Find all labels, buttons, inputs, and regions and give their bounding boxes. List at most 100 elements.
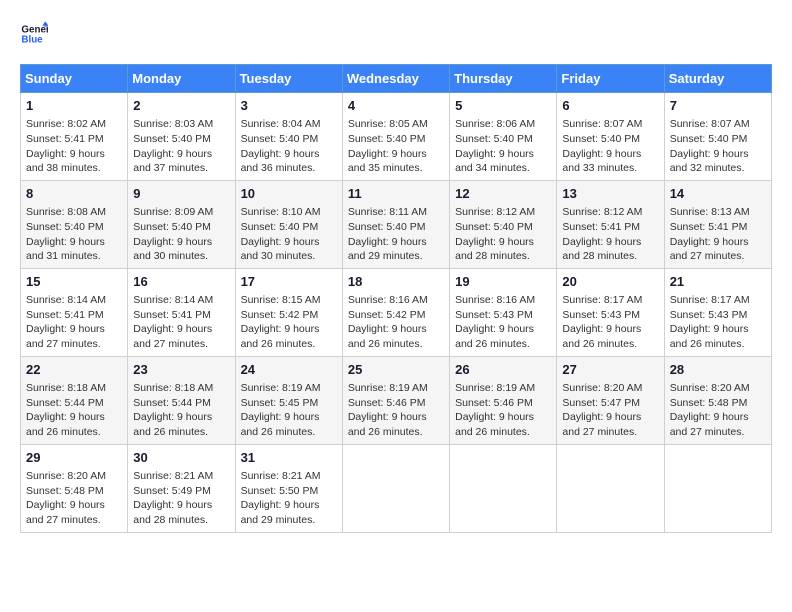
page-header: General Blue	[20, 20, 772, 48]
day-detail: Sunrise: 8:19 AMSunset: 5:46 PMDaylight:…	[455, 382, 535, 438]
day-cell: 23 Sunrise: 8:18 AMSunset: 5:44 PMDayligh…	[128, 356, 235, 444]
day-number: 10	[241, 185, 337, 203]
day-cell: 11 Sunrise: 8:11 AMSunset: 5:40 PMDayligh…	[342, 180, 449, 268]
day-cell: 14 Sunrise: 8:13 AMSunset: 5:41 PMDayligh…	[664, 180, 771, 268]
header-monday: Monday	[128, 65, 235, 93]
day-detail: Sunrise: 8:14 AMSunset: 5:41 PMDaylight:…	[133, 294, 213, 350]
day-detail: Sunrise: 8:17 AMSunset: 5:43 PMDaylight:…	[562, 294, 642, 350]
day-number: 5	[455, 97, 551, 115]
day-detail: Sunrise: 8:17 AMSunset: 5:43 PMDaylight:…	[670, 294, 750, 350]
day-detail: Sunrise: 8:10 AMSunset: 5:40 PMDaylight:…	[241, 206, 321, 262]
day-detail: Sunrise: 8:18 AMSunset: 5:44 PMDaylight:…	[26, 382, 106, 438]
day-detail: Sunrise: 8:03 AMSunset: 5:40 PMDaylight:…	[133, 118, 213, 174]
day-number: 30	[133, 449, 229, 467]
day-detail: Sunrise: 8:08 AMSunset: 5:40 PMDaylight:…	[26, 206, 106, 262]
day-cell: 2Sunrise: 8:03 AMSunset: 5:40 PMDaylight…	[128, 93, 235, 181]
day-number: 8	[26, 185, 122, 203]
day-number: 24	[241, 361, 337, 379]
day-number: 23	[133, 361, 229, 379]
header-tuesday: Tuesday	[235, 65, 342, 93]
day-cell: 30 Sunrise: 8:21 AMSunset: 5:49 PMDayligh…	[128, 444, 235, 532]
day-cell: 5Sunrise: 8:06 AMSunset: 5:40 PMDaylight…	[450, 93, 557, 181]
day-detail: Sunrise: 8:12 AMSunset: 5:41 PMDaylight:…	[562, 206, 642, 262]
day-cell: 15 Sunrise: 8:14 AMSunset: 5:41 PMDayligh…	[21, 268, 128, 356]
day-number: 29	[26, 449, 122, 467]
week-row-1: 1 Sunrise: 8:02 AMSunset: 5:41 PMDaylight…	[21, 93, 772, 181]
day-number: 21	[670, 273, 766, 291]
day-cell: 19 Sunrise: 8:16 AMSunset: 5:43 PMDayligh…	[450, 268, 557, 356]
day-cell: 1 Sunrise: 8:02 AMSunset: 5:41 PMDaylight…	[21, 93, 128, 181]
header-thursday: Thursday	[450, 65, 557, 93]
day-detail: Sunrise: 8:12 AMSunset: 5:40 PMDaylight:…	[455, 206, 535, 262]
logo: General Blue	[20, 20, 52, 48]
day-cell	[450, 444, 557, 532]
day-cell: 6Sunrise: 8:07 AMSunset: 5:40 PMDaylight…	[557, 93, 664, 181]
day-detail: Sunrise: 8:13 AMSunset: 5:41 PMDaylight:…	[670, 206, 750, 262]
logo-icon: General Blue	[20, 20, 48, 48]
day-detail: Sunrise: 8:21 AMSunset: 5:49 PMDaylight:…	[133, 470, 213, 526]
day-detail: Sunrise: 8:18 AMSunset: 5:44 PMDaylight:…	[133, 382, 213, 438]
day-detail: Sunrise: 8:14 AMSunset: 5:41 PMDaylight:…	[26, 294, 106, 350]
day-number: 9	[133, 185, 229, 203]
day-number: 27	[562, 361, 658, 379]
day-cell: 7 Sunrise: 8:07 AMSunset: 5:40 PMDaylight…	[664, 93, 771, 181]
day-number: 1	[26, 97, 122, 115]
week-row-2: 8 Sunrise: 8:08 AMSunset: 5:40 PMDaylight…	[21, 180, 772, 268]
header-wednesday: Wednesday	[342, 65, 449, 93]
week-row-5: 29 Sunrise: 8:20 AMSunset: 5:48 PMDayligh…	[21, 444, 772, 532]
day-number: 7	[670, 97, 766, 115]
day-number: 16	[133, 273, 229, 291]
day-number: 3	[241, 97, 337, 115]
day-cell: 9 Sunrise: 8:09 AMSunset: 5:40 PMDaylight…	[128, 180, 235, 268]
day-cell: 27 Sunrise: 8:20 AMSunset: 5:47 PMDayligh…	[557, 356, 664, 444]
day-cell: 24 Sunrise: 8:19 AMSunset: 5:45 PMDayligh…	[235, 356, 342, 444]
header-friday: Friday	[557, 65, 664, 93]
day-detail: Sunrise: 8:07 AMSunset: 5:40 PMDaylight:…	[670, 118, 750, 174]
day-detail: Sunrise: 8:20 AMSunset: 5:47 PMDaylight:…	[562, 382, 642, 438]
day-number: 26	[455, 361, 551, 379]
day-cell	[557, 444, 664, 532]
day-number: 4	[348, 97, 444, 115]
day-number: 17	[241, 273, 337, 291]
day-number: 12	[455, 185, 551, 203]
day-detail: Sunrise: 8:19 AMSunset: 5:46 PMDaylight:…	[348, 382, 428, 438]
day-detail: Sunrise: 8:09 AMSunset: 5:40 PMDaylight:…	[133, 206, 213, 262]
day-number: 31	[241, 449, 337, 467]
day-cell	[342, 444, 449, 532]
day-number: 20	[562, 273, 658, 291]
day-cell: 22 Sunrise: 8:18 AMSunset: 5:44 PMDayligh…	[21, 356, 128, 444]
day-number: 15	[26, 273, 122, 291]
day-number: 25	[348, 361, 444, 379]
day-detail: Sunrise: 8:15 AMSunset: 5:42 PMDaylight:…	[241, 294, 321, 350]
day-cell: 4 Sunrise: 8:05 AMSunset: 5:40 PMDaylight…	[342, 93, 449, 181]
day-number: 22	[26, 361, 122, 379]
day-cell: 25 Sunrise: 8:19 AMSunset: 5:46 PMDayligh…	[342, 356, 449, 444]
day-detail: Sunrise: 8:20 AMSunset: 5:48 PMDaylight:…	[26, 470, 106, 526]
day-cell: 26 Sunrise: 8:19 AMSunset: 5:46 PMDayligh…	[450, 356, 557, 444]
day-detail: Sunrise: 8:19 AMSunset: 5:45 PMDaylight:…	[241, 382, 321, 438]
day-cell: 10 Sunrise: 8:10 AMSunset: 5:40 PMDayligh…	[235, 180, 342, 268]
day-cell: 18 Sunrise: 8:16 AMSunset: 5:42 PMDayligh…	[342, 268, 449, 356]
day-detail: Sunrise: 8:07 AMSunset: 5:40 PMDaylight:…	[562, 118, 642, 174]
day-number: 18	[348, 273, 444, 291]
week-row-4: 22 Sunrise: 8:18 AMSunset: 5:44 PMDayligh…	[21, 356, 772, 444]
day-cell: 17 Sunrise: 8:15 AMSunset: 5:42 PMDayligh…	[235, 268, 342, 356]
day-number: 11	[348, 185, 444, 203]
day-detail: Sunrise: 8:04 AMSunset: 5:40 PMDaylight:…	[241, 118, 321, 174]
day-detail: Sunrise: 8:02 AMSunset: 5:41 PMDaylight:…	[26, 118, 106, 174]
day-detail: Sunrise: 8:16 AMSunset: 5:43 PMDaylight:…	[455, 294, 535, 350]
day-detail: Sunrise: 8:11 AMSunset: 5:40 PMDaylight:…	[348, 206, 427, 262]
week-row-3: 15 Sunrise: 8:14 AMSunset: 5:41 PMDayligh…	[21, 268, 772, 356]
day-number: 13	[562, 185, 658, 203]
day-number: 14	[670, 185, 766, 203]
day-detail: Sunrise: 8:21 AMSunset: 5:50 PMDaylight:…	[241, 470, 321, 526]
day-cell: 28Sunrise: 8:20 AMSunset: 5:48 PMDayligh…	[664, 356, 771, 444]
day-number: 19	[455, 273, 551, 291]
day-cell: 16 Sunrise: 8:14 AMSunset: 5:41 PMDayligh…	[128, 268, 235, 356]
day-cell: 21 Sunrise: 8:17 AMSunset: 5:43 PMDayligh…	[664, 268, 771, 356]
day-cell: 8 Sunrise: 8:08 AMSunset: 5:40 PMDaylight…	[21, 180, 128, 268]
day-detail: Sunrise: 8:16 AMSunset: 5:42 PMDaylight:…	[348, 294, 428, 350]
day-detail: Sunrise: 8:05 AMSunset: 5:40 PMDaylight:…	[348, 118, 428, 174]
day-detail: Sunrise: 8:20 AMSunset: 5:48 PMDaylight:…	[670, 382, 750, 438]
day-cell: 31 Sunrise: 8:21 AMSunset: 5:50 PMDayligh…	[235, 444, 342, 532]
